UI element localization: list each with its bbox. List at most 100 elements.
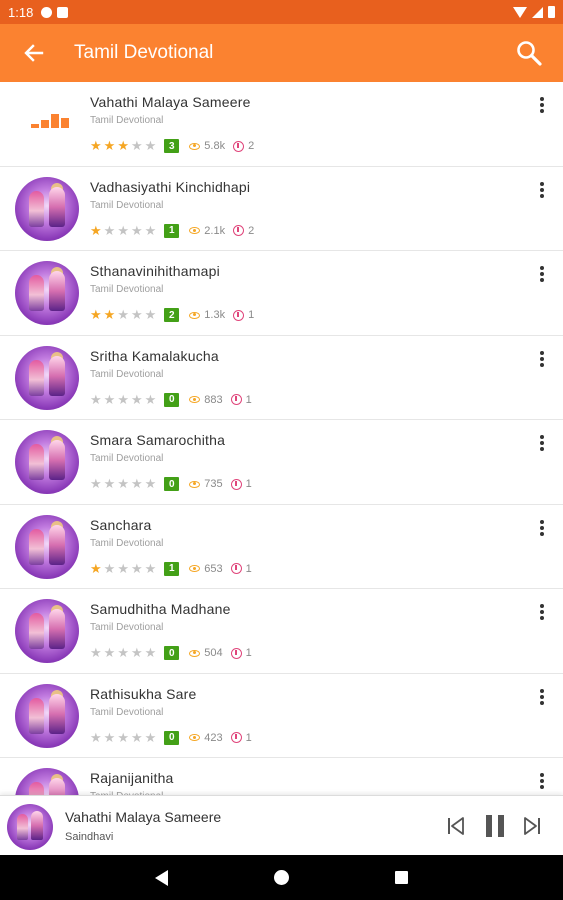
pause-button[interactable] (484, 815, 506, 837)
views-value: 423 (204, 731, 223, 744)
nav-home-icon[interactable] (274, 870, 289, 885)
star-icon: ★ (144, 391, 157, 407)
wifi-icon (513, 6, 527, 18)
star-icon: ★ (90, 560, 102, 576)
star-icon: ★ (117, 729, 129, 745)
song-list[interactable]: Vahathi Malaya Sameere Tamil Devotional … (0, 82, 563, 795)
star-icon: ★ (90, 138, 102, 153)
more-options-button[interactable] (535, 686, 549, 708)
downloads-value: 2 (248, 224, 255, 237)
star-icon: ★ (117, 307, 129, 322)
downloads-value: 1 (245, 647, 252, 659)
more-options-button[interactable] (535, 94, 549, 116)
song-row[interactable]: Vahathi Malaya Sameere Tamil Devotional … (0, 82, 563, 167)
notification-icon (41, 6, 53, 18)
views-count: 5.8k (189, 140, 225, 152)
star-icon: ★ (130, 645, 143, 660)
views-value: 2.1k (204, 224, 226, 237)
star-rating: ★ ★ ★ ★ ★ (90, 477, 156, 491)
downloads-count: 1 (230, 394, 252, 406)
star-rating: ★ ★ ★ ★ ★ (90, 560, 157, 576)
player-artist: Saindhavi (65, 831, 114, 843)
song-category: Tamil Devotional (90, 706, 164, 718)
download-icon (233, 140, 245, 152)
back-button[interactable] (6, 24, 62, 82)
star-icon: ★ (103, 729, 116, 745)
star-icon: ★ (103, 307, 116, 322)
star-icon: ★ (90, 307, 102, 322)
status-bar: 1:18 (0, 0, 563, 24)
song-title: Rathisukha Sare (90, 685, 197, 702)
search-button[interactable] (513, 37, 545, 69)
more-options-button[interactable] (535, 770, 549, 792)
eye-icon (189, 734, 201, 741)
vertical-dots-icon (540, 688, 544, 693)
star-icon: ★ (103, 222, 116, 238)
song-thumbnail (15, 768, 79, 795)
star-icon: ★ (144, 307, 157, 322)
star-rating: ★ ★ ★ ★ ★ (90, 222, 156, 238)
song-row[interactable]: Samudhitha Madhane Tamil Devotional ★ ★ ★ ★… (0, 589, 563, 674)
player-album-art (7, 804, 53, 850)
song-row[interactable]: Sthanavinihithamapi Tamil Devotional ★ ★ ★… (0, 251, 563, 336)
star-icon: ★ (144, 645, 157, 660)
views-value: 504 (204, 647, 223, 659)
song-title: Smara Samarochitha (90, 432, 226, 448)
song-stats: ★ ★ ★ ★ ★ 1 653 1 (90, 560, 252, 576)
song-row[interactable]: Rathisukha Sare Tamil Devotional ★ ★ ★ ★ ★ 0… (0, 674, 563, 758)
star-rating: ★ ★ ★ ★ ★ (90, 308, 156, 322)
vertical-dots-icon (540, 773, 544, 777)
song-thumbnail (15, 176, 79, 241)
star-icon: ★ (103, 138, 116, 153)
song-row[interactable]: Sanchara Tamil Devotional ★ ★ ★ ★ ★ 1 653 1 (0, 505, 563, 589)
views-count: 735 (189, 478, 223, 490)
star-rating: ★ ★ ★ ★ ★ (90, 139, 156, 153)
star-icon: ★ (117, 391, 129, 407)
more-options-button[interactable] (535, 517, 549, 539)
song-row[interactable]: Smara Samarochitha Tamil Devotional ★ ★ ★ ★… (0, 420, 563, 505)
downloads-count: 2 (233, 140, 254, 152)
download-icon (233, 225, 245, 236)
downloads-count: 1 (230, 478, 252, 490)
app-bar: Tamil Devotional (0, 24, 563, 82)
more-options-button[interactable] (535, 263, 549, 285)
skip-next-icon (524, 817, 540, 835)
views-value: 653 (204, 562, 223, 575)
star-icon: ★ (117, 138, 129, 153)
star-icon: ★ (103, 645, 116, 660)
song-row[interactable]: Sritha Kamalakucha Tamil Devotional ★ ★ ★ ★… (0, 336, 563, 420)
star-icon: ★ (130, 729, 143, 745)
star-icon: ★ (144, 729, 157, 745)
more-options-button[interactable] (535, 432, 549, 454)
downloads-count: 2 (233, 225, 254, 237)
nav-back-icon[interactable] (155, 870, 168, 886)
mini-player[interactable]: Vahathi Malaya Sameere Saindhavi (0, 795, 563, 855)
views-value: 1.3k (204, 309, 226, 321)
signal-icon (532, 6, 543, 18)
nav-recents-icon[interactable] (395, 871, 408, 884)
song-title: Sthanavinihithamapi (90, 263, 220, 279)
more-options-button[interactable] (535, 601, 549, 623)
song-title: Rajanijanitha (90, 770, 174, 786)
song-stats: ★ ★ ★ ★ ★ 0 735 1 (90, 477, 252, 491)
star-icon: ★ (103, 560, 116, 576)
next-button[interactable] (522, 816, 542, 836)
song-category: Tamil Devotional (90, 284, 164, 295)
song-category: Tamil Devotional (90, 453, 164, 464)
more-options-button[interactable] (535, 179, 549, 201)
song-category: Tamil Devotional (90, 537, 164, 549)
views-count: 423 (189, 731, 223, 744)
star-icon: ★ (144, 560, 157, 576)
song-category: Tamil Devotional (90, 199, 164, 211)
star-icon: ★ (117, 560, 129, 576)
downloads-value: 1 (245, 478, 252, 490)
song-row[interactable]: Rajanijanitha Tamil Devotional (0, 758, 563, 795)
song-stats: ★ ★ ★ ★ ★ 3 5.8k 2 (90, 139, 254, 153)
more-options-button[interactable] (535, 348, 549, 370)
song-title: Vadhasiyathi Kinchidhapi (90, 178, 251, 195)
previous-button[interactable] (446, 816, 466, 836)
downloads-value: 1 (245, 562, 252, 575)
download-icon (230, 563, 242, 574)
rating-badge: 1 (164, 223, 180, 238)
song-row[interactable]: Vadhasiyathi Kinchidhapi Tamil Devotiona… (0, 167, 563, 251)
